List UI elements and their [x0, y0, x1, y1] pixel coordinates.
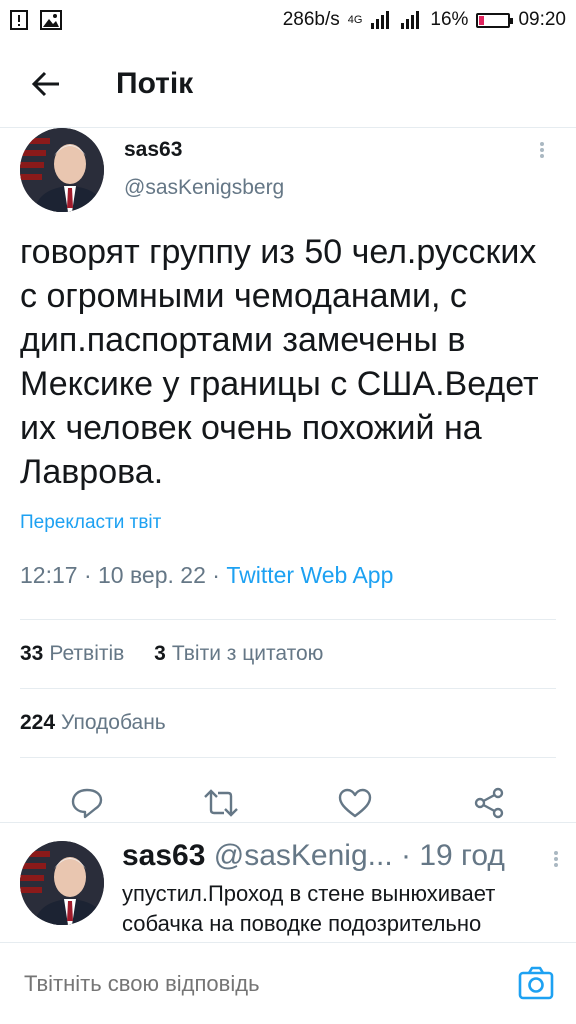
network-type: 4G [347, 14, 363, 26]
reply-author-handle[interactable]: @sasKenig... [214, 839, 393, 872]
retweets-quotes-row: 33 Ретвітів 3 Твіти з цитатою [20, 620, 556, 688]
reply-body: sas63 @sasKenig... · 19 год упустил.Прох… [122, 839, 556, 939]
retweets-count: 33 [20, 642, 44, 665]
app-header: Потік [0, 40, 576, 128]
camera-button[interactable] [518, 966, 554, 1002]
heart-icon [338, 788, 372, 818]
reply-separator: · [401, 839, 411, 872]
reply-tweet[interactable]: sas63 @sasKenig... · 19 год упустил.Прох… [0, 822, 576, 942]
tweet-author-row: sas63 @sasKenigsberg [20, 128, 556, 212]
reply-icon [71, 788, 103, 819]
more-options-button[interactable] [534, 140, 550, 164]
source-app-link[interactable]: Twitter Web App [226, 562, 393, 588]
alert-notification-icon [10, 10, 28, 30]
avatar-image [20, 128, 104, 212]
quotes-label: Твіти з цитатою [171, 642, 324, 665]
signal-icon [371, 11, 390, 29]
status-bar: 286b/s 4G 16% 09:20 [0, 0, 576, 40]
battery-icon [476, 12, 514, 28]
compose-bar [0, 942, 576, 1024]
likes-stat[interactable]: 224 Уподобань [20, 711, 166, 734]
retweets-stat[interactable]: 33 Ретвітів [20, 642, 124, 665]
camera-icon [518, 966, 554, 999]
reply-time: 19 год [419, 839, 505, 872]
author-name[interactable]: sas63 [124, 138, 284, 162]
status-left [10, 10, 62, 30]
like-button[interactable] [335, 783, 375, 823]
main-tweet: sas63 @sasKenigsberg говорят группу из 5… [0, 128, 576, 848]
tweet-timestamp: 12:17 · 10 вер. 22 · [20, 562, 227, 588]
image-notification-icon [40, 10, 62, 30]
reply-button[interactable] [67, 783, 107, 823]
likes-row: 224 Уподобань [20, 689, 556, 757]
signal-icon-2 [401, 11, 420, 29]
avatar[interactable] [20, 128, 104, 212]
reply-author-name[interactable]: sas63 [122, 839, 205, 872]
reply-text: упустил.Проход в стене вынюхивает собачк… [122, 881, 496, 936]
likes-count: 224 [20, 711, 56, 734]
author-handle[interactable]: @sasKenigsberg [124, 176, 284, 200]
clock: 09:20 [518, 9, 566, 30]
likes-label: Уподобань [61, 711, 166, 734]
arrow-left-icon [31, 71, 59, 96]
author-names: sas63 @sasKenigsberg [124, 138, 284, 200]
quotes-stat[interactable]: 3 Твіти з цитатою [154, 642, 323, 665]
back-button[interactable] [26, 64, 66, 104]
tweet-text: говорят группу из 50 чел.русских с огром… [20, 233, 539, 491]
retweets-label: Ретвітів [49, 642, 125, 665]
quotes-count: 3 [154, 642, 166, 665]
share-icon [474, 787, 504, 819]
share-button[interactable] [469, 783, 509, 823]
reply-header: sas63 @sasKenig... · 19 год [122, 839, 556, 873]
avatar-image [20, 841, 104, 925]
tweet-meta: 12:17 · 10 вер. 22 · Twitter Web App [20, 562, 556, 589]
battery-percent: 16% [430, 9, 469, 30]
avatar[interactable] [20, 841, 104, 925]
page-title: Потік [116, 66, 194, 100]
status-right: 286b/s 4G 16% 09:20 [283, 9, 566, 31]
reply-more-options-button[interactable] [550, 849, 562, 869]
reply-input[interactable] [22, 969, 518, 998]
retweet-icon [204, 789, 238, 817]
retweet-button[interactable] [201, 783, 241, 823]
net-speed: 286b/s [282, 9, 340, 30]
translate-link[interactable]: Перекласти твіт [20, 512, 556, 534]
